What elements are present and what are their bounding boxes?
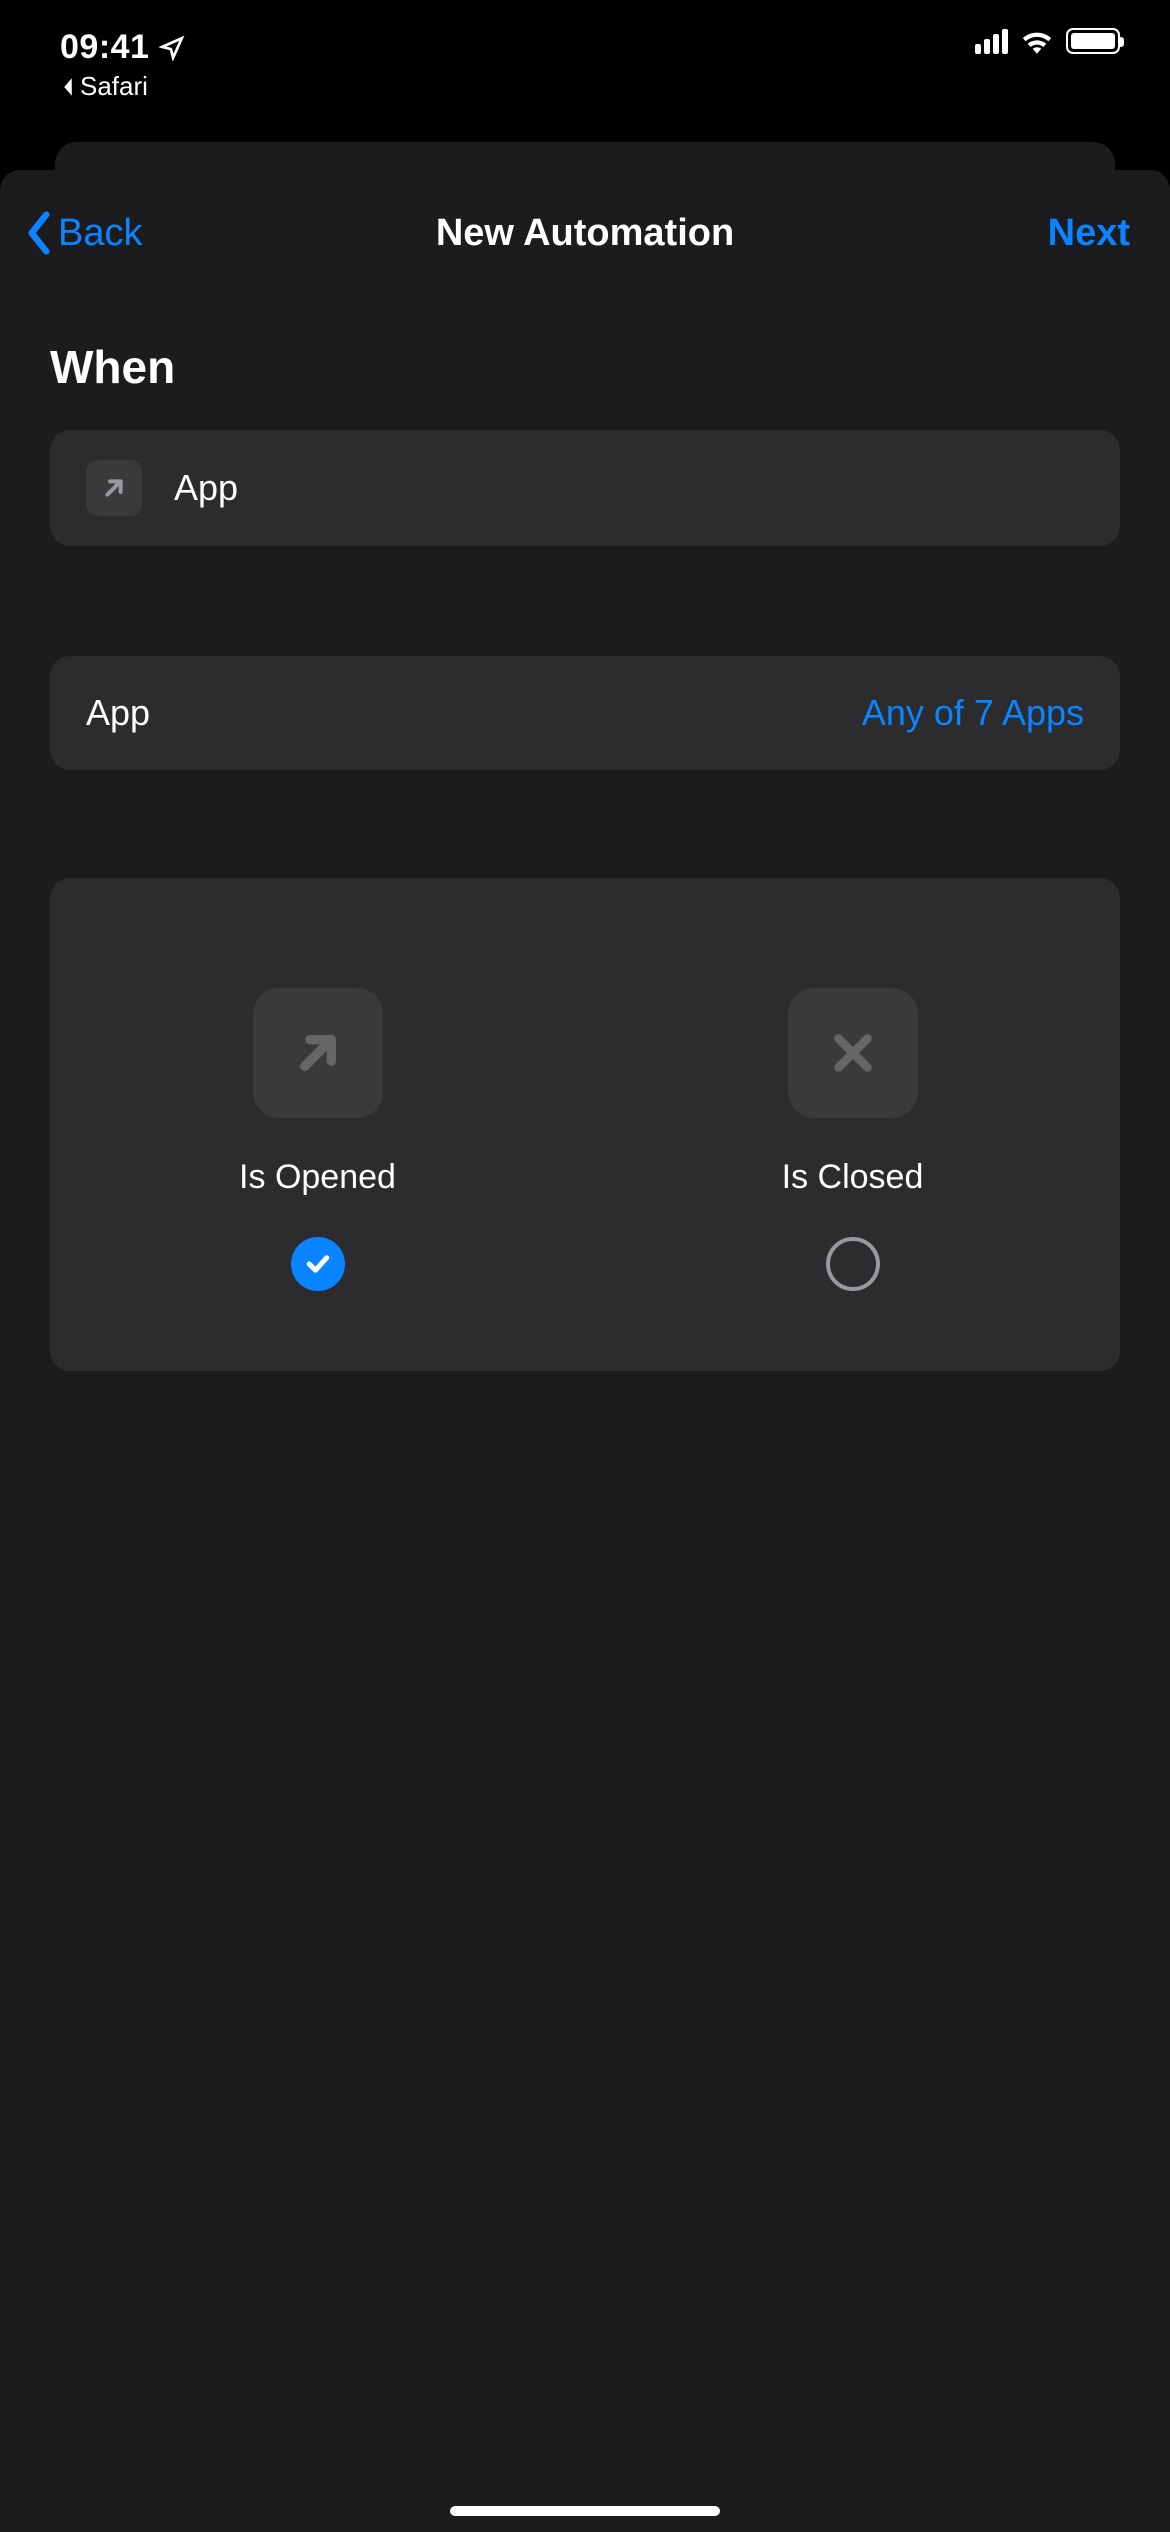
next-button[interactable]: Next xyxy=(1048,212,1130,255)
back-button[interactable]: Back xyxy=(26,211,142,255)
status-indicators xyxy=(975,28,1120,54)
option-is-closed[interactable]: Is Closed xyxy=(585,988,1120,1291)
app-selector-cell[interactable]: App Any of 7 Apps xyxy=(50,656,1120,770)
x-close-icon xyxy=(788,988,918,1118)
app-open-icon xyxy=(86,460,142,516)
back-label: Back xyxy=(58,212,142,255)
option-closed-label: Is Closed xyxy=(782,1158,924,1197)
trigger-options-card: Is Opened Is Closed xyxy=(50,878,1120,1371)
back-to-app[interactable]: Safari xyxy=(60,71,185,102)
checkmark-selected-icon xyxy=(291,1237,345,1291)
option-opened-label: Is Opened xyxy=(239,1158,396,1197)
page-title: New Automation xyxy=(436,212,734,255)
back-caret-icon xyxy=(60,77,76,97)
battery-icon xyxy=(1066,28,1120,54)
section-header: When xyxy=(50,340,1120,394)
modal-sheet: Back New Automation Next When App App An… xyxy=(0,170,1170,2532)
location-arrow-icon xyxy=(159,35,185,61)
trigger-type-cell: App xyxy=(50,430,1120,546)
status-time: 09:41 xyxy=(60,28,185,67)
cellular-signal-icon xyxy=(975,29,1008,54)
navigation-bar: Back New Automation Next xyxy=(0,170,1170,270)
chevron-left-icon xyxy=(26,211,52,255)
option-is-opened[interactable]: Is Opened xyxy=(50,988,585,1291)
status-bar: 09:41 Safari xyxy=(0,0,1170,100)
circle-unselected-icon xyxy=(826,1237,880,1291)
time-text: 09:41 xyxy=(60,28,149,67)
app-selector-value: Any of 7 Apps xyxy=(862,692,1084,734)
app-selector-label: App xyxy=(86,692,150,734)
wifi-icon xyxy=(1020,28,1054,54)
home-indicator[interactable] xyxy=(450,2506,720,2516)
back-app-label: Safari xyxy=(80,71,148,102)
arrow-up-right-icon xyxy=(253,988,383,1118)
trigger-type-label: App xyxy=(174,467,238,509)
